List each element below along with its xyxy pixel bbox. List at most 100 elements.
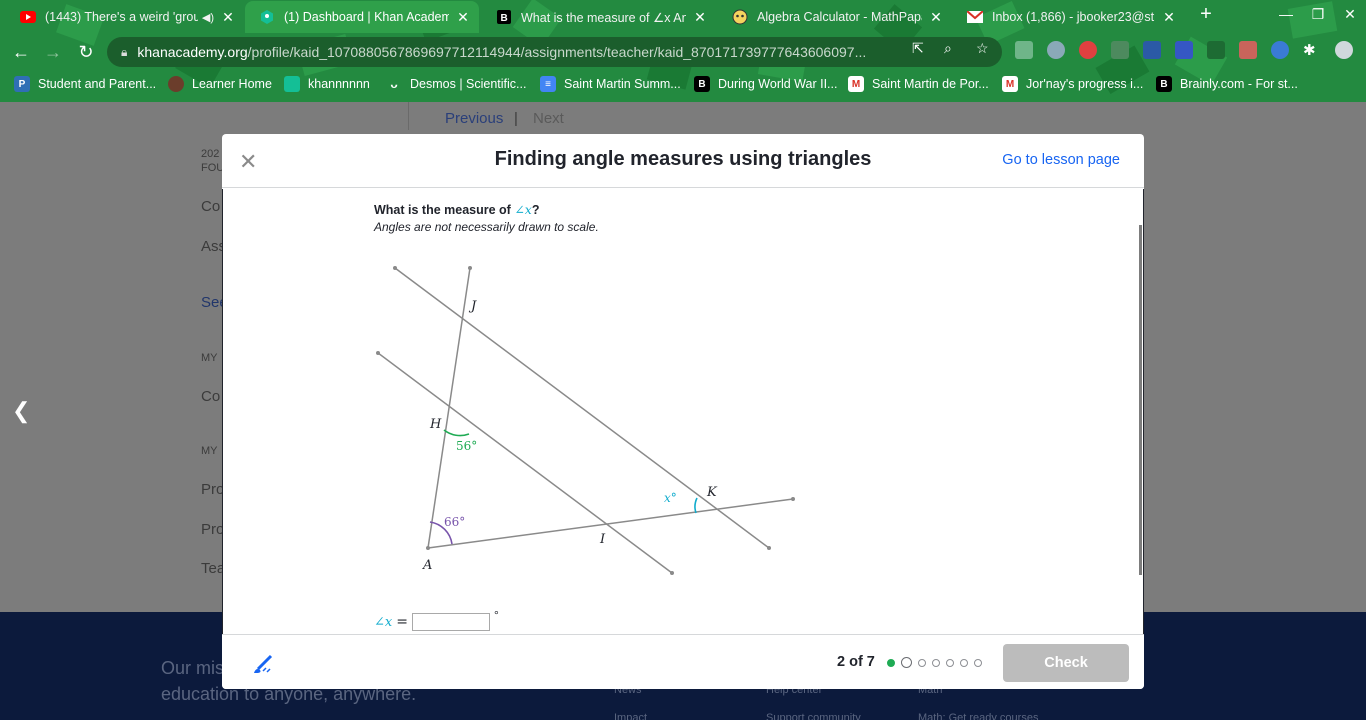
side-link[interactable]: Co	[201, 388, 220, 405]
divider	[408, 102, 409, 130]
angle-x-value: x°	[664, 491, 677, 505]
scratchpad-pencil-icon[interactable]	[252, 651, 276, 675]
side-text: 202	[201, 148, 220, 160]
progress-dot	[960, 658, 968, 667]
side-link[interactable]: Pro	[201, 521, 224, 538]
extension-icon-2[interactable]	[1047, 41, 1065, 59]
tab-title: Inbox (1,866) - jbooker23@stmc	[992, 10, 1155, 24]
forward-icon[interactable]: →	[40, 40, 66, 64]
extension-icon-7[interactable]	[1207, 41, 1225, 59]
minimize-icon[interactable]: —	[1271, 6, 1301, 22]
answer-label: ∠x	[374, 614, 393, 630]
previous-link[interactable]: Previous	[445, 110, 503, 127]
bookmark-star-icon[interactable]: ☆	[976, 40, 989, 57]
extension-icon-6[interactable]	[1175, 41, 1193, 59]
endpoint	[426, 546, 430, 550]
browser-chrome: (1443) There's a weird 'grou ◀︎) ✕ (1) D…	[0, 0, 1366, 102]
close-tab-icon[interactable]: ✕	[1161, 9, 1177, 26]
khan-academy-icon	[284, 76, 300, 92]
khan-academy-icon	[259, 9, 275, 25]
answer-row: ∠x = °	[374, 608, 499, 631]
label-k: K	[706, 485, 718, 500]
extensions-puzzle-icon[interactable]: ✱	[1303, 41, 1321, 59]
gmail-icon: M	[1002, 76, 1018, 92]
extension-icon-1[interactable]	[1015, 41, 1033, 59]
footer-link[interactable]: Support community	[766, 712, 861, 720]
tab-mathpapa[interactable]: Algebra Calculator - MathPapa ✕	[718, 1, 952, 33]
side-heading: MY	[201, 352, 218, 364]
triangle-figure: J H A I K 56° 66° x°	[376, 266, 795, 575]
exercise-body: What is the measure of ∠x? Angles are no…	[222, 189, 1144, 634]
reload-icon[interactable]: ↻	[73, 40, 99, 64]
close-tab-icon[interactable]: ✕	[928, 9, 944, 26]
tab-khan-academy[interactable]: (1) Dashboard | Khan Academy ✕	[245, 1, 479, 33]
extension-icon-8[interactable]	[1239, 41, 1257, 59]
gmail-icon: M	[848, 76, 864, 92]
mathpapa-icon	[732, 9, 748, 25]
zoom-icon[interactable]: ⌕	[944, 40, 952, 57]
open-in-app-icon[interactable]: ⇱	[912, 40, 924, 57]
address-bar[interactable]: 🔒︎ khanacademy.org/profile/kaid_10708805…	[107, 37, 1002, 67]
footer-link[interactable]: Math: Get ready courses	[918, 712, 1038, 720]
bookmark-student-parent[interactable]: P Student and Parent...	[14, 76, 156, 92]
tab-gmail[interactable]: Inbox (1,866) - jbooker23@stmc ✕	[953, 1, 1185, 33]
check-button[interactable]: Check	[1003, 644, 1129, 682]
answer-equals: =	[396, 614, 408, 630]
docs-icon: ≡	[540, 76, 556, 92]
speaker-icon[interactable]: ◀︎)	[202, 11, 214, 24]
tab-youtube[interactable]: (1443) There's a weird 'grou ◀︎) ✕	[6, 1, 244, 33]
bookmark-jornay[interactable]: M Jor'nay's progress i...	[1002, 76, 1143, 92]
line-aik	[427, 498, 794, 549]
endpoint	[376, 351, 380, 355]
modal-header: ✕ Finding angle measures using triangles…	[222, 134, 1144, 188]
extension-icon-9[interactable]	[1271, 41, 1289, 59]
extension-icon-5[interactable]	[1143, 41, 1161, 59]
chevron-left-icon[interactable]: ❮	[12, 398, 30, 424]
powerschool-icon: P	[14, 76, 30, 92]
desmos-icon: ᴗ	[390, 77, 398, 91]
bookmark-learner-home[interactable]: Learner Home	[168, 76, 272, 92]
modal-footer: 2 of 7 Check	[222, 634, 1144, 689]
profile-avatar[interactable]	[1335, 41, 1353, 59]
close-window-icon[interactable]: ✕	[1335, 6, 1365, 23]
back-icon[interactable]: ←	[8, 40, 34, 64]
brainly-icon: B	[1156, 76, 1172, 92]
bookmark-khannnnnn[interactable]: khannnnnn	[284, 76, 370, 92]
lock-icon: 🔒︎	[121, 44, 128, 59]
extension-icon-3[interactable]	[1079, 41, 1097, 59]
side-link[interactable]: Co	[201, 198, 220, 215]
bookmark-ww2[interactable]: B During World War II...	[694, 76, 837, 92]
label-a: A	[422, 558, 432, 573]
tab-title: Algebra Calculator - MathPapa	[757, 10, 922, 24]
mission-text: Our mis	[161, 658, 224, 678]
bookmark-saint-martin-de-por[interactable]: M Saint Martin de Por...	[848, 76, 989, 92]
close-tab-icon[interactable]: ✕	[692, 9, 708, 26]
extension-icon-4[interactable]	[1111, 41, 1129, 59]
bookmark-saint-martin-summ[interactable]: ≡ Saint Martin Summ...	[540, 76, 681, 92]
close-tab-icon[interactable]: ✕	[220, 9, 236, 26]
bookmark-brainly[interactable]: B Brainly.com - For st...	[1156, 76, 1298, 92]
tab-title: (1443) There's a weird 'grou	[45, 10, 198, 24]
url-text[interactable]: khanacademy.org/profile/kaid_10708805678…	[137, 44, 892, 60]
brainly-icon: B	[496, 9, 512, 25]
side-link[interactable]: Pro	[201, 481, 224, 498]
progress-dot	[946, 658, 954, 667]
restore-icon[interactable]: ❐	[1303, 6, 1333, 23]
next-link[interactable]: Next	[533, 110, 564, 127]
endpoint	[468, 266, 472, 270]
new-tab-icon[interactable]: +	[1191, 3, 1221, 26]
go-to-lesson-link[interactable]: Go to lesson page	[1002, 152, 1120, 168]
side-text: FOU	[201, 162, 225, 174]
footer-link[interactable]: Impact	[614, 712, 647, 720]
bookmark-desmos[interactable]: ᴗ Desmos | Scientific...	[386, 76, 526, 92]
endpoint	[393, 266, 397, 270]
close-tab-icon[interactable]: ✕	[455, 9, 471, 26]
brainly-icon: B	[694, 76, 710, 92]
tab-title: What is the measure of ∠x Ang	[521, 10, 686, 25]
progress-text: 2 of 7	[837, 654, 875, 670]
svg-text:B: B	[501, 13, 508, 24]
answer-input[interactable]	[411, 613, 490, 631]
angle-x-arc	[694, 497, 698, 514]
degree-unit: °	[493, 608, 499, 622]
tab-brainly[interactable]: B What is the measure of ∠x Ang ✕	[482, 1, 716, 33]
